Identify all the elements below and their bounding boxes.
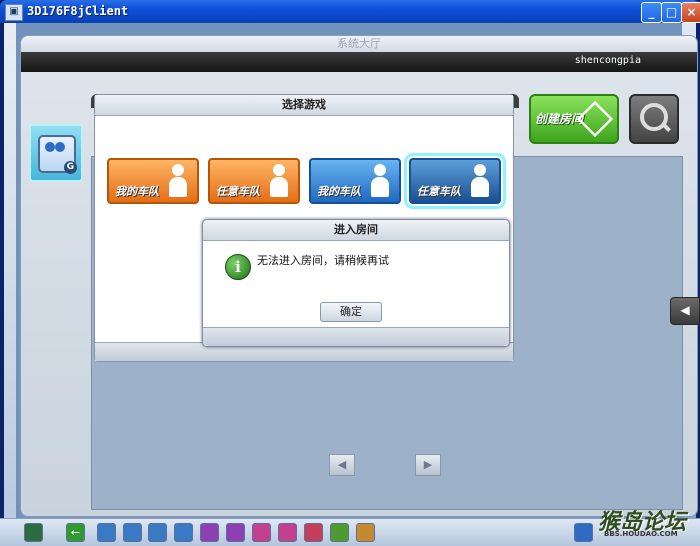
gift-icon[interactable] (200, 523, 219, 542)
next-page-button[interactable]: ▶ (415, 454, 441, 476)
close-button[interactable]: × (681, 2, 700, 23)
card-icon[interactable] (356, 523, 375, 542)
desktop-background-left (4, 23, 16, 541)
team-icon[interactable] (226, 523, 245, 542)
side-expand-tab[interactable]: ◀ (670, 297, 700, 325)
title-bar[interactable]: ▣ 3D176F8jClient _ □ × (0, 0, 700, 23)
watermark-logo: 猴岛论坛 BBS.HOUDAO.COM (598, 504, 696, 542)
window-title: 3D176F8jClient (27, 4, 129, 18)
user-bar: shencongpia (21, 52, 697, 72)
option-my-team-blue[interactable]: 我的车队 (309, 158, 401, 204)
search-button[interactable] (629, 94, 679, 144)
option-label: 任意车队 (417, 185, 461, 198)
search-icon (640, 103, 668, 131)
people-icon (471, 164, 489, 198)
taskbar: ← (0, 518, 700, 546)
shop-icon[interactable] (97, 523, 116, 542)
option-any-team-orange[interactable]: 任意车队 (208, 158, 300, 204)
info-icon: i (225, 254, 251, 280)
option-label: 我的车队 (115, 185, 159, 198)
option-my-team-orange[interactable]: 我的车队 (107, 158, 199, 204)
error-message: 无法进入房间，请稍候再试 (257, 254, 389, 267)
option-label: 任意车队 (216, 185, 260, 198)
ok-button[interactable]: 确定 (320, 302, 382, 322)
username: shencongpia (574, 55, 641, 66)
team-mode-tile[interactable] (29, 124, 83, 182)
app-icon: ▣ (5, 4, 23, 21)
option-label: 我的车队 (317, 185, 361, 198)
home-icon[interactable] (123, 523, 142, 542)
watermark-url: BBS.HOUDAO.COM (604, 530, 678, 538)
tools-icon[interactable] (148, 523, 167, 542)
enter-room-dialog: 进入房间 i 无法进入房间，请稍候再试 确定 (202, 219, 510, 347)
create-room-button[interactable]: 创建房间 (529, 94, 619, 144)
back-icon[interactable]: ← (66, 523, 85, 542)
settings-icon[interactable] (574, 523, 593, 542)
person-icon (371, 164, 389, 198)
flag-icon[interactable] (330, 523, 349, 542)
book-icon[interactable] (278, 523, 297, 542)
option-any-team-blue[interactable]: 任意车队 (404, 153, 506, 209)
chat-icon[interactable] (174, 523, 193, 542)
person-icon (169, 164, 187, 198)
enter-room-footer (203, 327, 509, 346)
prev-page-button[interactable]: ◀ (329, 454, 355, 476)
game-icon[interactable] (304, 523, 323, 542)
start-icon[interactable] (24, 523, 43, 542)
team-mode-icon (38, 135, 77, 174)
minimize-button[interactable]: _ (641, 2, 662, 23)
people-icon (270, 164, 288, 198)
select-game-title: 选择游戏 (95, 95, 513, 116)
maximize-button[interactable]: □ (661, 2, 682, 23)
cube-icon (576, 100, 614, 138)
lobby-title: 系统大厅 (21, 36, 697, 52)
enter-room-title: 进入房间 (203, 220, 509, 241)
mail-icon[interactable] (252, 523, 271, 542)
